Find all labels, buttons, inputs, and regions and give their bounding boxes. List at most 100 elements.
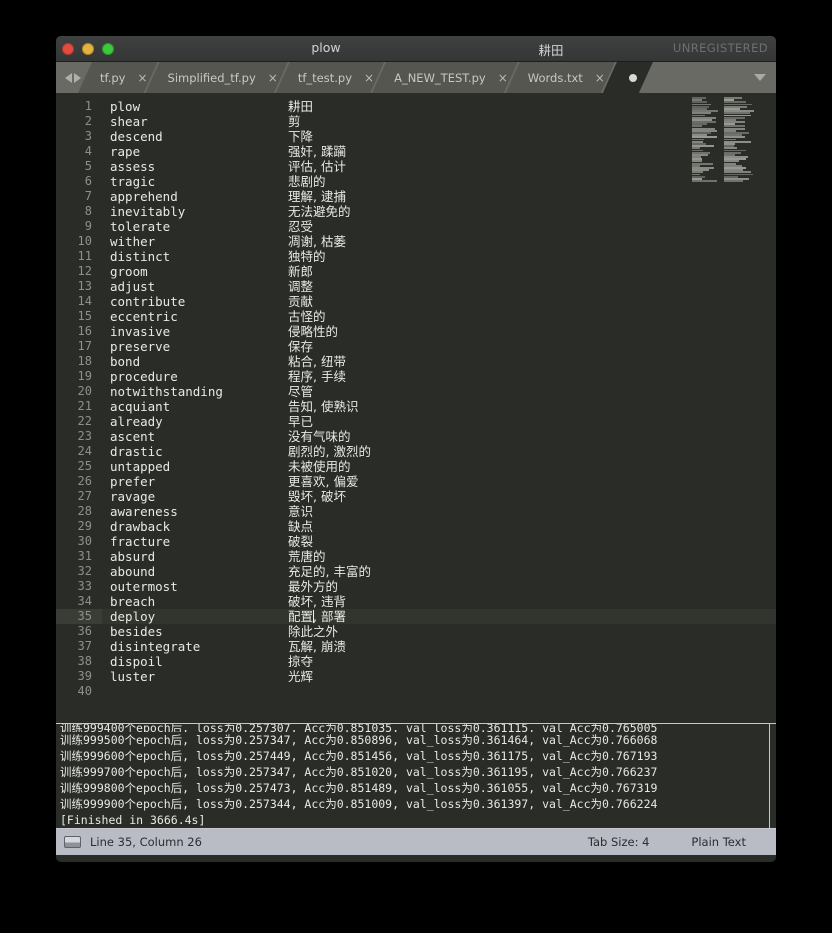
tab-tf.py[interactable]: tf.py × <box>78 62 158 93</box>
line-content[interactable]: deploy 配置, 部署 <box>102 609 776 624</box>
code-line[interactable]: 33 outermost 最外方的 <box>56 579 776 594</box>
code-line[interactable]: 21 acquiant 告知, 使熟识 <box>56 399 776 414</box>
code-line[interactable]: 32 abound 充足的, 丰富的 <box>56 564 776 579</box>
code-line[interactable]: 27 ravage 毁坏, 破坏 <box>56 489 776 504</box>
line-content[interactable]: invasive 侵略性的 <box>102 324 776 339</box>
code-line[interactable]: 31 absurd 荒唐的 <box>56 549 776 564</box>
tab-A_NEW_TEST.py[interactable]: A_NEW_TEST.py × <box>372 62 518 93</box>
line-content[interactable]: tragic 悲剧的 <box>102 174 776 189</box>
code-line[interactable]: 1 plow 耕田 <box>56 99 776 114</box>
code-line[interactable]: 6 tragic 悲剧的 <box>56 174 776 189</box>
line-content[interactable]: tolerate 忍受 <box>102 219 776 234</box>
line-content[interactable]: contribute 贡献 <box>102 294 776 309</box>
code-line[interactable]: 36 besides 除此之外 <box>56 624 776 639</box>
line-content[interactable]: luster 光辉 <box>102 669 776 684</box>
close-icon[interactable]: × <box>137 72 147 84</box>
line-content[interactable]: absurd 荒唐的 <box>102 549 776 564</box>
tab-Words.txt[interactable]: Words.txt × <box>506 62 615 93</box>
line-content[interactable]: already 早已 <box>102 414 776 429</box>
line-content[interactable]: dispoil 掠夺 <box>102 654 776 669</box>
line-content[interactable] <box>102 684 776 699</box>
tab-size-label[interactable]: Tab Size: 4 <box>588 835 650 849</box>
code-line[interactable]: 16 invasive 侵略性的 <box>56 324 776 339</box>
line-content[interactable]: distinct 独特的 <box>102 249 776 264</box>
line-content[interactable]: untapped 未被使用的 <box>102 459 776 474</box>
arrow-left-icon[interactable] <box>65 72 72 83</box>
line-content[interactable]: abound 充足的, 丰富的 <box>102 564 776 579</box>
console-panel-icon[interactable] <box>64 836 81 848</box>
syntax-mode-label[interactable]: Plain Text <box>691 835 746 849</box>
code-line[interactable]: 7 apprehend 理解, 逮捕 <box>56 189 776 204</box>
tab-tf_test.py[interactable]: tf_test.py × <box>276 62 384 93</box>
line-content[interactable]: fracture 破裂 <box>102 534 776 549</box>
line-content[interactable]: procedure 程序, 手续 <box>102 369 776 384</box>
line-content[interactable]: descend 下降 <box>102 129 776 144</box>
code-line[interactable]: 12 groom 新郎 <box>56 264 776 279</box>
code-line[interactable]: 8 inevitably 无法避免的 <box>56 204 776 219</box>
code-line-current[interactable]: 35 deploy 配置, 部署 <box>56 609 776 624</box>
code-lines[interactable]: 1 plow 耕田 2 shear 剪 3 descend 下降 4 rape 强奸, 蹂躏 5 asse… <box>56 99 776 699</box>
code-line[interactable]: 5 assess 评估, 估计 <box>56 159 776 174</box>
line-content[interactable]: disintegrate 瓦解, 崩溃 <box>102 639 776 654</box>
cursor-position-label[interactable]: Line 35, Column 26 <box>90 835 202 849</box>
line-content[interactable]: groom 新郎 <box>102 264 776 279</box>
line-content[interactable]: outermost 最外方的 <box>102 579 776 594</box>
code-line[interactable]: 39 luster 光辉 <box>56 669 776 684</box>
arrow-right-icon[interactable] <box>74 72 81 83</box>
code-line[interactable]: 10 wither 凋谢, 枯萎 <box>56 234 776 249</box>
tab-Simplified_tf.py[interactable]: Simplified_tf.py × <box>146 62 288 93</box>
code-line[interactable]: 28 awareness 意识 <box>56 504 776 519</box>
line-content[interactable]: besides 除此之外 <box>102 624 776 639</box>
code-line[interactable]: 22 already 早已 <box>56 414 776 429</box>
code-line[interactable]: 19 procedure 程序, 手续 <box>56 369 776 384</box>
close-icon[interactable]: × <box>364 72 374 84</box>
line-content[interactable]: preserve 保存 <box>102 339 776 354</box>
code-line[interactable]: 26 prefer 更喜欢, 偏爱 <box>56 474 776 489</box>
tab-overflow-menu-button[interactable] <box>744 62 776 93</box>
code-line[interactable]: 25 untapped 未被使用的 <box>56 459 776 474</box>
line-content[interactable]: eccentric 古怪的 <box>102 309 776 324</box>
line-content[interactable]: rape 强奸, 蹂躏 <box>102 144 776 159</box>
code-line[interactable]: 38 dispoil 掠夺 <box>56 654 776 669</box>
code-line[interactable]: 30 fracture 破裂 <box>56 534 776 549</box>
code-line[interactable]: 2 shear 剪 <box>56 114 776 129</box>
line-content[interactable]: wither 凋谢, 枯萎 <box>102 234 776 249</box>
line-content[interactable]: breach 破坏, 违背 <box>102 594 776 609</box>
line-content[interactable]: assess 评估, 估计 <box>102 159 776 174</box>
line-content[interactable]: inevitably 无法避免的 <box>102 204 776 219</box>
line-content[interactable]: adjust 调整 <box>102 279 776 294</box>
line-content[interactable]: shear 剪 <box>102 114 776 129</box>
code-line[interactable]: 11 distinct 独特的 <box>56 249 776 264</box>
code-line[interactable]: 34 breach 破坏, 违背 <box>56 594 776 609</box>
line-content[interactable]: drawback 缺点 <box>102 519 776 534</box>
line-content[interactable]: drastic 剧烈的, 激烈的 <box>102 444 776 459</box>
line-content[interactable]: apprehend 理解, 逮捕 <box>102 189 776 204</box>
console-panel[interactable]: 训练999400个epoch后, loss为0.257307, Acc为0.85… <box>56 723 776 829</box>
code-line[interactable]: 24 drastic 剧烈的, 激烈的 <box>56 444 776 459</box>
close-icon[interactable]: × <box>595 72 605 84</box>
code-line[interactable]: 14 contribute 贡献 <box>56 294 776 309</box>
line-content[interactable]: bond 粘合, 纽带 <box>102 354 776 369</box>
code-line[interactable]: 3 descend 下降 <box>56 129 776 144</box>
code-line[interactable]: 9 tolerate 忍受 <box>56 219 776 234</box>
code-line[interactable]: 4 rape 强奸, 蹂躏 <box>56 144 776 159</box>
minimap[interactable] <box>690 97 768 183</box>
line-content[interactable]: awareness 意识 <box>102 504 776 519</box>
close-icon[interactable]: × <box>268 72 278 84</box>
code-line[interactable]: 23 ascent 没有气味的 <box>56 429 776 444</box>
line-content[interactable]: prefer 更喜欢, 偏爱 <box>102 474 776 489</box>
code-line[interactable]: 18 bond 粘合, 纽带 <box>56 354 776 369</box>
line-content[interactable]: ascent 没有气味的 <box>102 429 776 444</box>
line-content[interactable]: ravage 毁坏, 破坏 <box>102 489 776 504</box>
code-line[interactable]: 13 adjust 调整 <box>56 279 776 294</box>
editor-area[interactable]: 1 plow 耕田 2 shear 剪 3 descend 下降 4 rape 强奸, 蹂躏 5 asse… <box>56 93 776 723</box>
line-content[interactable]: notwithstanding 尽管 <box>102 384 776 399</box>
line-content[interactable]: plow 耕田 <box>102 99 776 114</box>
code-line[interactable]: 15 eccentric 古怪的 <box>56 309 776 324</box>
close-icon[interactable]: × <box>498 72 508 84</box>
code-line[interactable]: 29 drawback 缺点 <box>56 519 776 534</box>
code-line[interactable]: 17 preserve 保存 <box>56 339 776 354</box>
code-line[interactable]: 37 disintegrate 瓦解, 崩溃 <box>56 639 776 654</box>
code-line[interactable]: 20 notwithstanding 尽管 <box>56 384 776 399</box>
line-content[interactable]: acquiant 告知, 使熟识 <box>102 399 776 414</box>
